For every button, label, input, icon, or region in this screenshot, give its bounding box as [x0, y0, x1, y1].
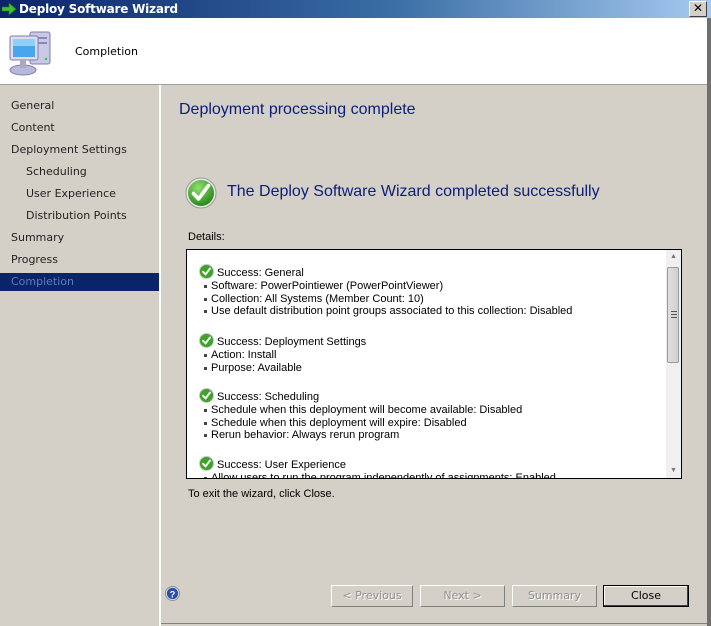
bottom-border [161, 623, 707, 624]
nav-item-deployment-settings[interactable]: Deployment Settings [0, 141, 159, 159]
page-title: Deployment processing complete [179, 101, 416, 118]
nav-item-label: Deployment Settings [11, 143, 127, 156]
window-close-button[interactable]: ✕ [689, 1, 707, 17]
nav-item-label: Distribution Points [26, 209, 127, 222]
detail-item: Use default distribution point groups as… [199, 305, 572, 318]
nav-item-label: Content [11, 121, 55, 134]
nav-item-distribution-points[interactable]: Distribution Points [0, 207, 159, 225]
exit-instructions: To exit the wizard, click Close. [188, 488, 335, 500]
details-scrollbar[interactable]: ▲ ▼ [666, 250, 681, 478]
detail-heading-text: Success: Scheduling [217, 391, 320, 403]
title-bar: Deploy Software Wizard ✕ [0, 0, 711, 18]
detail-heading: Success: Scheduling [199, 388, 522, 404]
previous-button[interactable]: < Previous [331, 585, 413, 607]
detail-item: Schedule when this deployment will becom… [199, 404, 522, 417]
computer-icon [9, 31, 51, 76]
details-list[interactable]: Success: General Software: PowerPointiew… [186, 249, 682, 479]
detail-item: Rerun behavior: Always rerun program [199, 429, 522, 442]
detail-item: Collection: All Systems (Member Count: 1… [199, 293, 572, 306]
next-button[interactable]: Next > [420, 585, 505, 607]
detail-heading-text: Success: General [217, 267, 304, 279]
nav-item-label: User Experience [26, 187, 116, 200]
nav-item-general[interactable]: General [0, 97, 159, 115]
detail-group-user-experience: Success: User Experience Allow users to … [199, 456, 556, 478]
detail-item: Action: Install [199, 349, 366, 362]
wizard-header: Completion [0, 18, 707, 85]
close-button[interactable]: Close [603, 585, 689, 607]
scroll-thumb[interactable] [667, 267, 679, 363]
detail-group-scheduling: Success: Scheduling Schedule when this d… [199, 388, 522, 442]
detail-item: Schedule when this deployment will expir… [199, 417, 522, 430]
success-check-icon [199, 388, 214, 403]
nav-item-user-experience[interactable]: User Experience [0, 185, 159, 203]
detail-item: Purpose: Available [199, 362, 366, 375]
scroll-up-button[interactable]: ▲ [666, 250, 681, 264]
close-icon: ✕ [692, 1, 704, 15]
window-title: Deploy Software Wizard [19, 2, 178, 16]
nav-item-completion[interactable]: Completion [0, 273, 159, 291]
window-edge [707, 18, 711, 626]
scroll-down-button[interactable]: ▼ [666, 464, 681, 478]
detail-heading-text: Success: Deployment Settings [217, 336, 367, 348]
nav-item-scheduling[interactable]: Scheduling [0, 163, 159, 181]
svg-text:?: ? [170, 589, 176, 599]
nav-item-label: General [11, 99, 55, 112]
nav-item-summary[interactable]: Summary [0, 229, 159, 247]
success-check-icon [199, 456, 214, 471]
detail-heading: Success: Deployment Settings [199, 333, 367, 349]
nav-item-label: Summary [11, 231, 65, 244]
wizard-nav: General Content Deployment Settings Sche… [0, 85, 161, 626]
detail-group-deployment-settings: Success: Deployment Settings Action: Ins… [199, 333, 367, 375]
success-check-icon [199, 264, 214, 279]
header-title: Completion [75, 45, 139, 58]
summary-button[interactable]: Summary [512, 585, 597, 607]
grip-icon [671, 311, 677, 319]
detail-heading: Success: User Experience [199, 456, 556, 472]
wizard-content: Deployment processing complete The Deplo… [161, 85, 707, 626]
nav-item-label: Completion [11, 275, 75, 288]
detail-item: Allow users to run the program independe… [199, 472, 556, 478]
success-message: The Deploy Software Wizard completed suc… [227, 183, 600, 200]
nav-item-content[interactable]: Content [0, 119, 159, 137]
success-check-icon [199, 333, 214, 348]
nav-item-label: Scheduling [26, 165, 87, 178]
nav-item-progress[interactable]: Progress [0, 251, 159, 269]
detail-item: Software: PowerPointiewer (PowerPointVie… [199, 280, 572, 293]
detail-heading-text: Success: User Experience [217, 459, 346, 471]
detail-group-general: Success: General Software: PowerPointiew… [199, 264, 572, 318]
arrow-right-icon [2, 2, 16, 16]
success-check-icon [185, 177, 217, 209]
nav-item-label: Progress [11, 253, 58, 266]
details-label: Details: [188, 231, 225, 243]
help-icon[interactable]: ? [165, 586, 180, 601]
detail-heading: Success: General [199, 264, 572, 280]
